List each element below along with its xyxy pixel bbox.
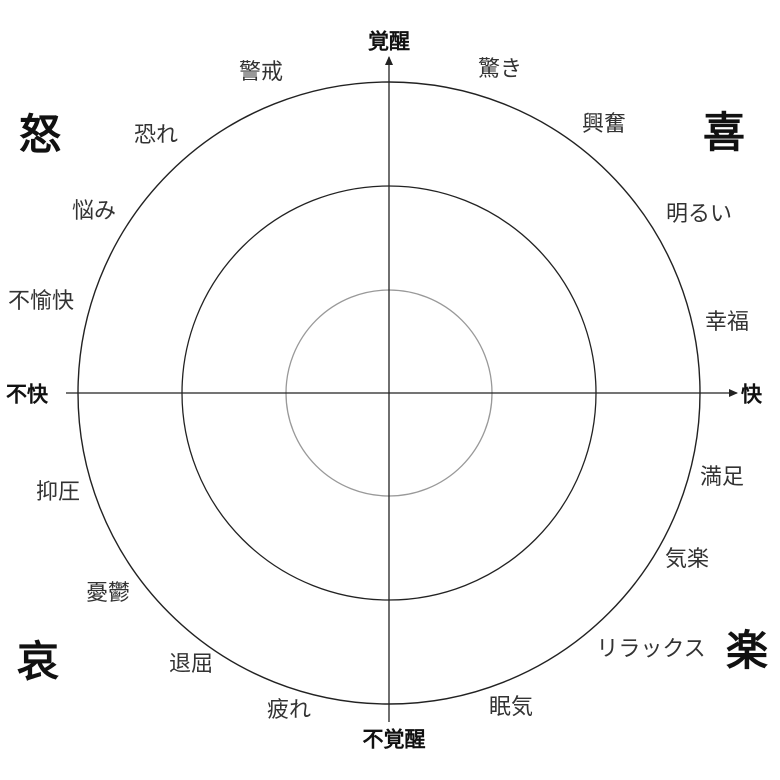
emotion-label-melancholy: 憂鬱 bbox=[85, 581, 131, 606]
emotion-label-fear: 恐れ bbox=[133, 123, 179, 148]
emotion-label-bright: 明るい bbox=[665, 202, 733, 227]
quadrant-label-anger: 怒 bbox=[18, 110, 62, 159]
quadrant-label-pleasure: 楽 bbox=[725, 626, 769, 675]
axis-label-non-arousal: 不覚醒 bbox=[362, 727, 426, 752]
emotion-label-happiness: 幸福 bbox=[704, 310, 750, 335]
emotion-label-sleepiness: 眠気 bbox=[488, 695, 534, 720]
emotion-label-worry: 悩み bbox=[71, 199, 117, 224]
emotion-label-surprise: 驚き bbox=[477, 57, 523, 82]
emotion-label-fatigue: 疲れ bbox=[266, 698, 312, 723]
emotion-label-displeasure: 不愉快 bbox=[7, 289, 75, 314]
quadrant-label-joy: 喜 bbox=[702, 108, 746, 157]
emotion-label-oppression: 抑圧 bbox=[35, 480, 81, 505]
axis-label-unpleasant: 不快 bbox=[6, 382, 48, 407]
emotion-label-excitement: 興奮 bbox=[581, 112, 627, 137]
emotion-label-relax: リラックス bbox=[596, 637, 706, 662]
quadrant-label-sorrow: 哀 bbox=[16, 637, 60, 686]
axis-label-arousal: 覚醒 bbox=[368, 29, 410, 54]
emotion-label-ease: 気楽 bbox=[664, 547, 710, 572]
emotion-label-boredom: 退屈 bbox=[168, 652, 214, 677]
emotion-label-satisfaction: 満足 bbox=[699, 465, 745, 490]
emotion-circumplex-diagram bbox=[66, 56, 738, 722]
emotion-label-vigilance: 警戒 bbox=[238, 60, 284, 85]
axis-label-pleasant: 快 bbox=[741, 382, 762, 407]
